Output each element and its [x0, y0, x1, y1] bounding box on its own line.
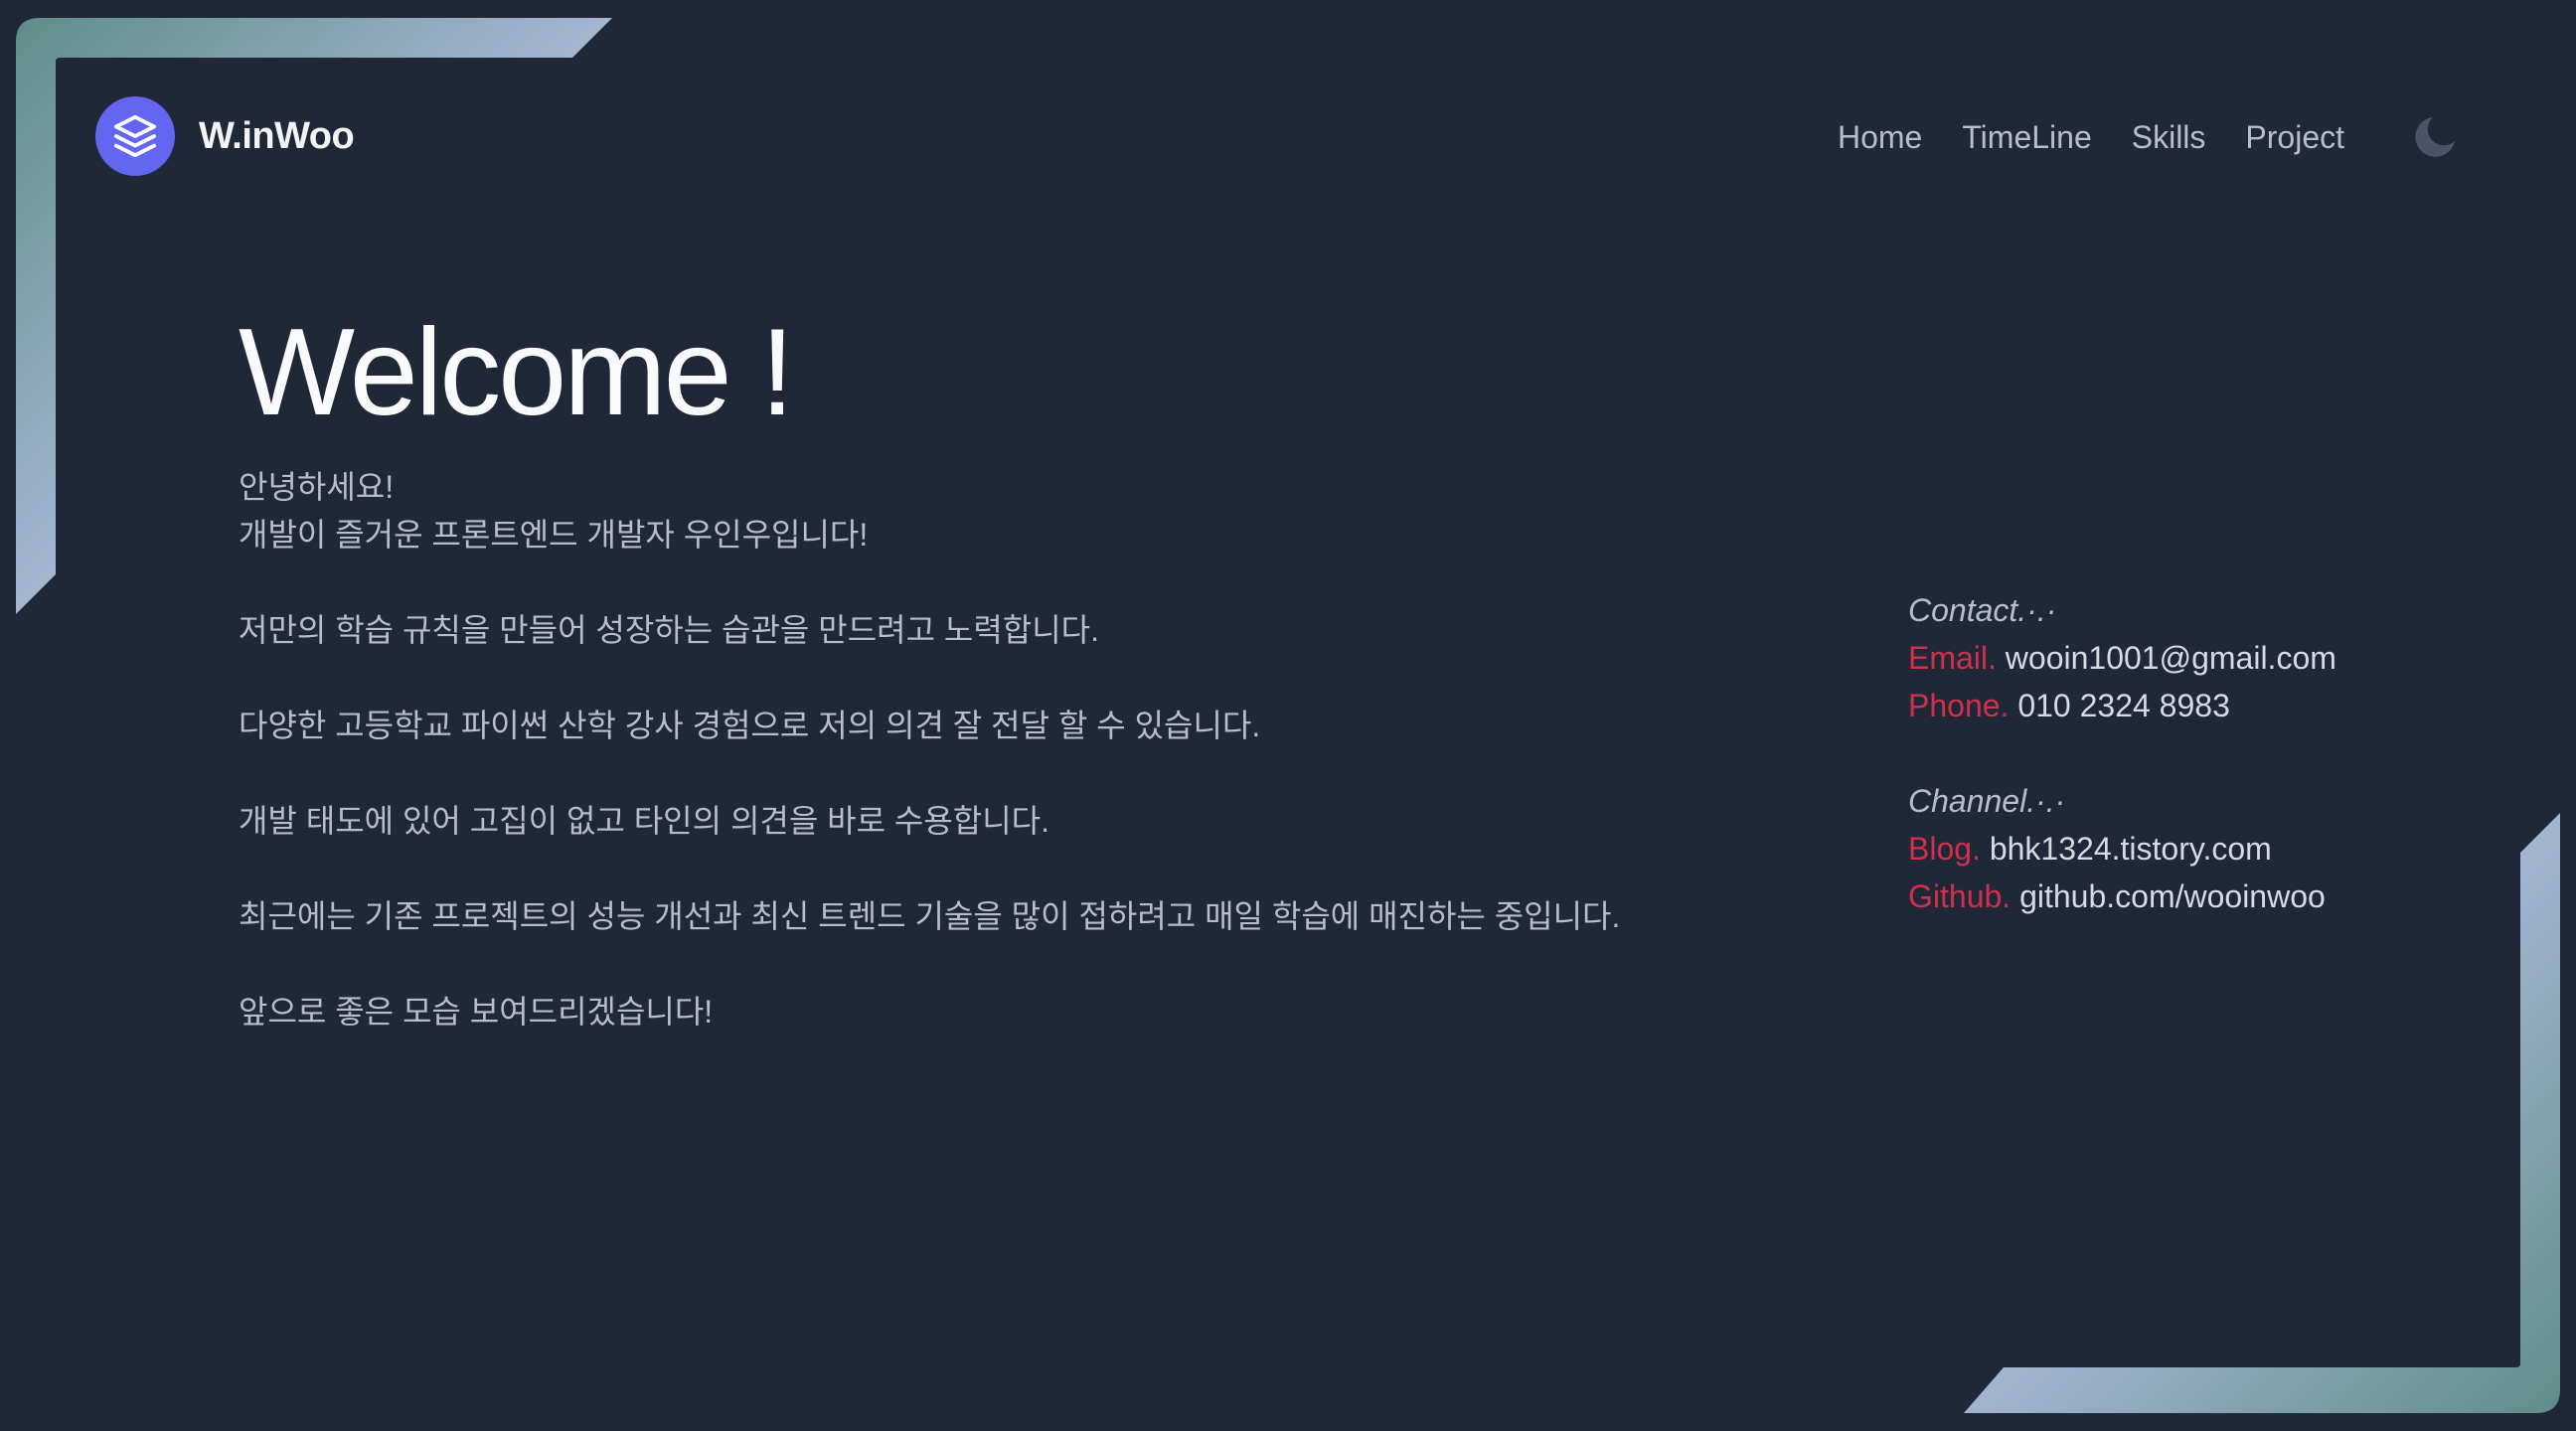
contact-heading: Contact.·.· — [1908, 592, 2057, 628]
email-link[interactable]: wooin1001@gmail.com — [2006, 640, 2336, 676]
welcome-title: Welcome ! — [239, 304, 794, 441]
intro-line: 앞으로 좋은 모습 보여드리겠습니다! — [239, 994, 714, 1030]
blog-row: Blog. bhk1324.tistory.com — [1908, 825, 2504, 873]
intro-text: 안녕하세요! 개발이 즐거운 프론트엔드 개발자 우인우입니다! 저만의 학습 … — [239, 463, 1789, 1035]
github-row: Github. github.com/wooinwoo — [1908, 873, 2504, 920]
intro-line: 개발 태도에 있어 고집이 없고 타인의 의견을 바로 수용합니다. — [239, 803, 1050, 839]
email-row: Email. wooin1001@gmail.com — [1908, 634, 2504, 682]
nav-item-timeline[interactable]: TimeLine — [1962, 119, 2091, 156]
intro-line: 최근에는 기존 프로젝트의 성능 개선과 최신 트렌드 기술을 많이 접하려고 … — [239, 898, 1621, 934]
brand-name: W.inWoo — [199, 114, 355, 157]
phone-value: 010 2324 8983 — [2017, 688, 2230, 723]
nav-item-home[interactable]: Home — [1838, 119, 1922, 156]
github-link[interactable]: github.com/wooinwoo — [2019, 878, 2326, 914]
main-nav: Home TimeLine Skills Project — [1838, 112, 2344, 162]
intro-line: 저만의 학습 규칙을 만들어 성장하는 습관을 만드려고 노력합니다. — [239, 612, 1100, 648]
theme-toggle-button[interactable] — [2411, 113, 2459, 161]
phone-row: Phone. 010 2324 8983 — [1908, 682, 2504, 729]
channel-heading: Channel.·.· — [1908, 783, 2066, 819]
nav-item-project[interactable]: Project — [2245, 119, 2344, 156]
layers-icon — [95, 96, 175, 176]
intro-line: 개발이 즐거운 프론트엔드 개발자 우인우입니다! — [239, 517, 869, 553]
blog-link[interactable]: bhk1324.tistory.com — [1990, 831, 2272, 867]
intro-line: 안녕하세요! — [239, 469, 395, 505]
intro-line: 다양한 고등학교 파이썬 산학 강사 경험으로 저의 의견 잘 전달 할 수 있… — [239, 708, 1261, 743]
nav-item-skills[interactable]: Skills — [2132, 119, 2206, 156]
moon-icon — [2415, 117, 2455, 157]
brand-link[interactable]: W.inWoo — [95, 96, 355, 176]
phone-label: Phone. — [1908, 688, 2010, 723]
email-label: Email. — [1908, 640, 1997, 676]
github-label: Github. — [1908, 878, 2012, 914]
hero-section: Welcome ! 안녕하세요! 개발이 즐거운 프론트엔드 개발자 우인우입니… — [239, 298, 1789, 1035]
blog-label: Blog. — [1908, 831, 1981, 867]
contact-panel: Contact.·.· Email. wooin1001@gmail.com P… — [1908, 586, 2504, 920]
